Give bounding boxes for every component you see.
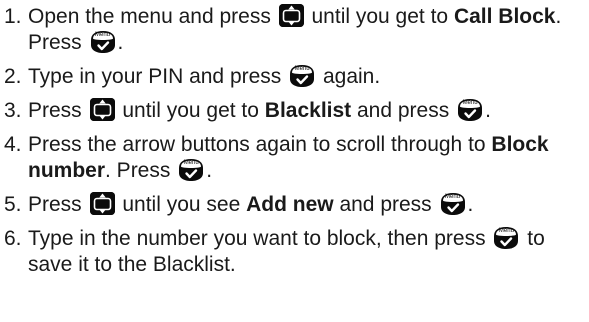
step-number: 5. bbox=[4, 193, 22, 216]
step-number: 4. bbox=[4, 133, 22, 156]
up-down-arrow-key-icon bbox=[278, 4, 304, 27]
menu-ok-key-icon: Menu bbox=[178, 158, 204, 182]
step-text: Press until you see Add new and press Me… bbox=[28, 192, 474, 216]
step-text: Type in your PIN and press Menu again. bbox=[28, 64, 381, 88]
menu-ok-key-icon: Menu bbox=[90, 30, 116, 54]
step-3: 3. Press until you get to Blacklist and … bbox=[4, 98, 584, 124]
step-text: Open the menu and press until you get to… bbox=[28, 4, 562, 54]
bold-term: Add new bbox=[246, 193, 334, 216]
menu-ok-key-icon: Menu bbox=[493, 226, 519, 250]
step-text: Press until you get to Blacklist and pre… bbox=[28, 98, 491, 122]
bold-term: Blacklist bbox=[264, 99, 352, 122]
step-1: 1. Open the menu and press until you get… bbox=[4, 4, 584, 56]
step-number: 3. bbox=[4, 99, 22, 122]
step-4: 4. Press the arrow buttons again to scro… bbox=[4, 132, 584, 184]
step-5: 5. Press until you see Add new and press… bbox=[4, 192, 584, 218]
instruction-list: 1. Open the menu and press until you get… bbox=[4, 4, 584, 286]
bold-term: Call Block bbox=[453, 5, 556, 28]
step-text: Press the arrow buttons again to scroll … bbox=[28, 133, 549, 182]
menu-ok-key-icon: Menu bbox=[440, 192, 466, 216]
step-number: 2. bbox=[4, 65, 22, 88]
step-number: 6. bbox=[4, 227, 22, 250]
up-down-arrow-key-icon bbox=[89, 192, 115, 215]
step-2: 2. Type in your PIN and press Menu again… bbox=[4, 64, 584, 90]
up-down-arrow-key-icon bbox=[89, 98, 115, 121]
menu-ok-key-icon: Menu bbox=[289, 64, 315, 88]
step-number: 1. bbox=[4, 5, 22, 28]
step-6: 6. Type in the number you want to block,… bbox=[4, 226, 584, 278]
step-text: Type in the number you want to block, th… bbox=[28, 226, 545, 276]
menu-ok-key-icon: Menu bbox=[457, 98, 483, 122]
